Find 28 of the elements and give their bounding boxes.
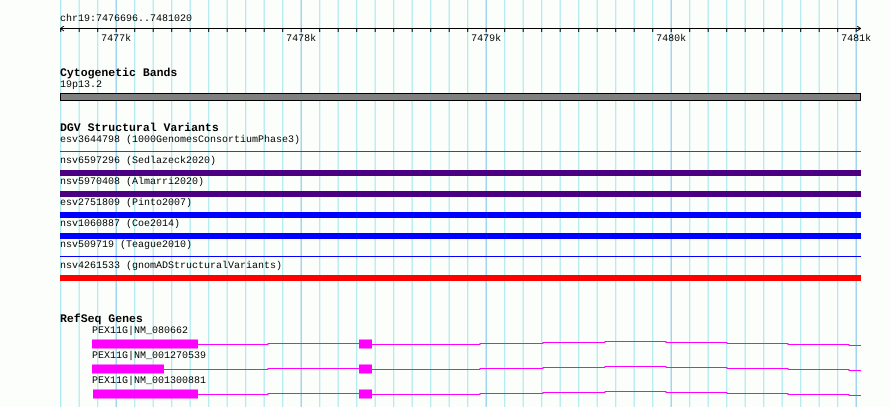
cytoband-bar[interactable] — [60, 93, 861, 101]
gene-label: PEX11G|NM_080662 — [92, 326, 188, 338]
variant-label: nsv509719 (Teague2010) — [60, 240, 192, 252]
variant-label: esv3644798 (1000GenomesConsortiumPhase3) — [60, 135, 300, 147]
track-title: RefSeq Genes — [60, 314, 143, 326]
tick-label: 7479k — [471, 34, 502, 46]
variant-label: nsv6597296 (Sedlazeck2020) — [60, 156, 216, 168]
variant-bar[interactable] — [60, 170, 861, 176]
tick-label: 7477k — [101, 34, 132, 46]
variant-bar[interactable] — [60, 190, 861, 196]
variant-label: nsv5970408 (Almarri2020) — [60, 177, 204, 189]
variant-label: nsv1060887 (Coe2014) — [60, 219, 180, 231]
gene-model-drawing[interactable] — [92, 364, 861, 374]
tick-label: 7478k — [286, 34, 316, 46]
location-label: chr19:7476696..7481020 — [60, 14, 192, 26]
gene-model-drawing[interactable] — [93, 390, 861, 398]
variant-label: esv2751809 (Pinto2007) — [60, 198, 192, 210]
band-label: 19p13.2 — [60, 80, 102, 92]
gene-model-drawing[interactable] — [92, 340, 861, 348]
tick-label: 7480k — [656, 34, 686, 46]
track-title: Cytogenetic Bands — [60, 68, 178, 80]
variant-bar[interactable] — [60, 232, 861, 238]
variant-label: nsv4261533 (gnomADStructuralVariants) — [60, 261, 282, 273]
gene-label: PEX11G|NM_001300881 — [92, 376, 206, 388]
variant-bar[interactable] — [60, 212, 861, 218]
track-title: DGV Structural Variants — [60, 123, 219, 135]
gene-label: PEX11G|NM_001270539 — [92, 351, 206, 363]
tick-label: 7481k — [841, 34, 872, 46]
